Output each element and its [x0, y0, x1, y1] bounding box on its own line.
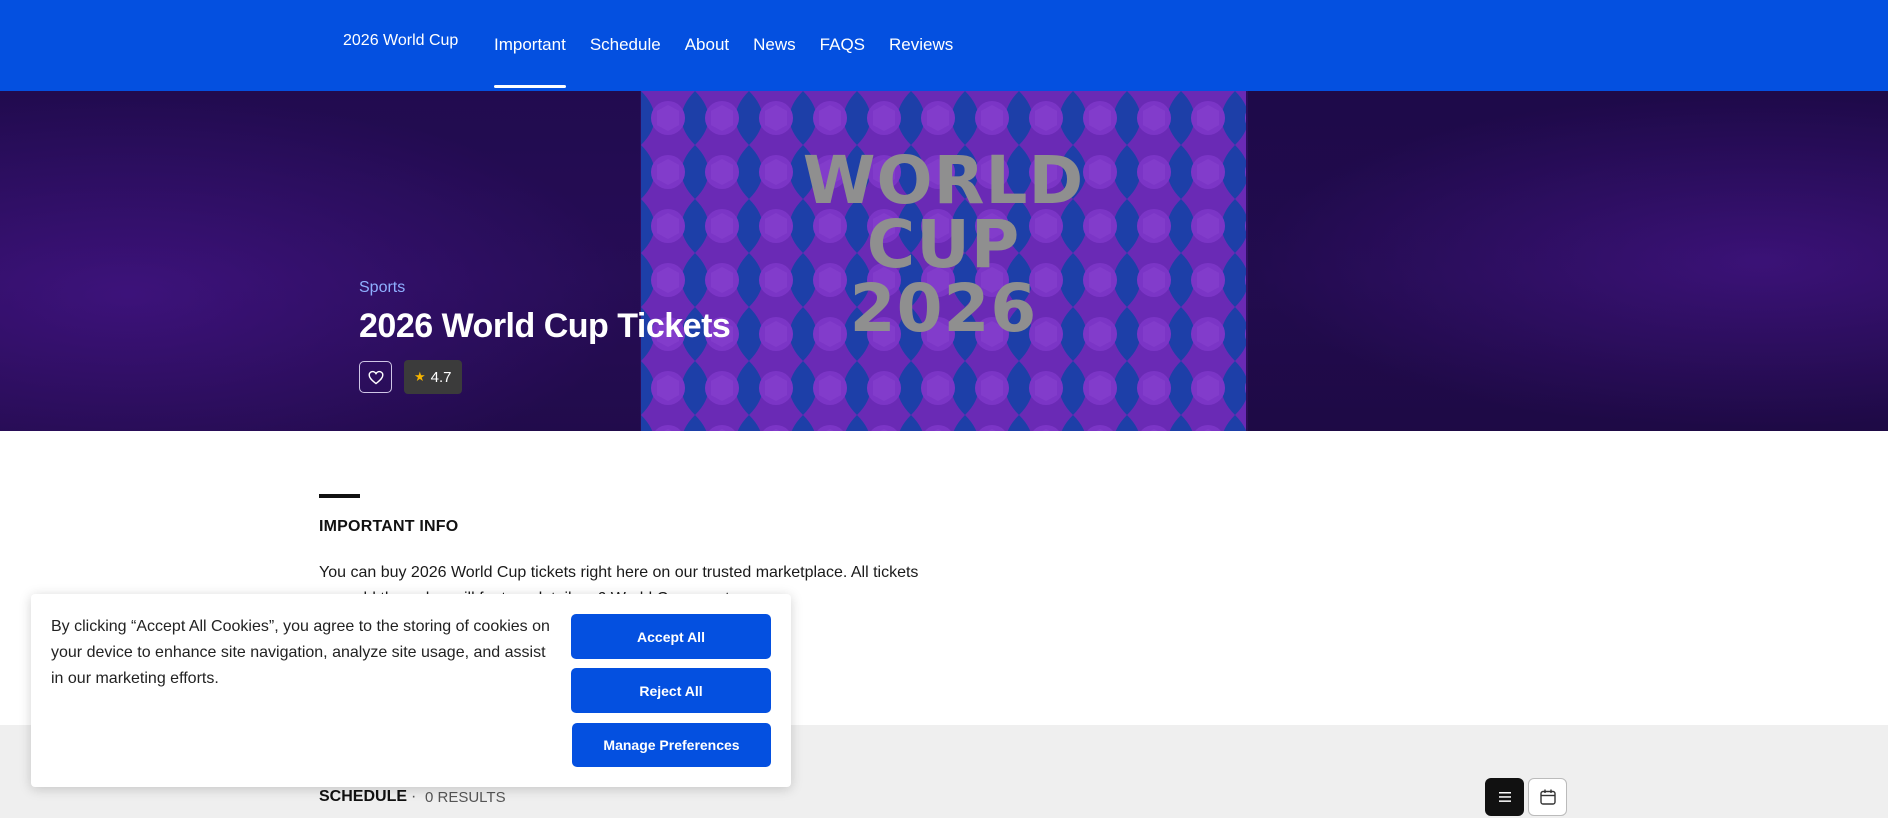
calendar-view-button[interactable] — [1528, 778, 1567, 816]
hero-banner: WORLD CUP 2026 — [0, 91, 1888, 431]
accept-all-cookies-button[interactable]: Accept All — [571, 614, 771, 659]
art-line-year: 2026 — [849, 270, 1038, 347]
nav-link-about[interactable]: About — [685, 35, 729, 55]
top-navigation: 2026 World Cup Important Schedule About … — [0, 0, 1888, 91]
list-view-button[interactable] — [1485, 778, 1524, 816]
manage-preferences-button[interactable]: Manage Preferences — [572, 723, 771, 767]
hero-shade-left — [0, 91, 640, 431]
hero-event-image: WORLD CUP 2026 — [641, 91, 1246, 431]
reject-all-cookies-button[interactable]: Reject All — [571, 668, 771, 713]
section-nav: Important Schedule About News FAQS Revie… — [494, 35, 977, 88]
nav-link-schedule[interactable]: Schedule — [590, 35, 661, 55]
brand-link[interactable]: 2026 World Cup — [343, 32, 458, 50]
nav-link-news[interactable]: News — [753, 35, 796, 55]
heart-icon — [367, 370, 384, 384]
page-title: 2026 World Cup Tickets — [359, 307, 731, 345]
list-icon — [1498, 792, 1511, 802]
cookie-consent-text: By clicking “Accept All Cookies”, you ag… — [51, 618, 550, 687]
nav-link-important[interactable]: Important — [494, 35, 566, 88]
favorite-button[interactable] — [359, 361, 392, 393]
art-line-cup: CUP — [866, 206, 1021, 283]
nav-link-reviews[interactable]: Reviews — [889, 35, 953, 55]
rating-value: 4.7 — [430, 368, 452, 386]
rating-badge[interactable]: ★ 4.7 — [404, 360, 462, 394]
calendar-icon — [1539, 789, 1556, 805]
art-line-world: WORLD — [802, 142, 1085, 219]
schedule-separator: · — [411, 788, 417, 805]
nav-link-faqs[interactable]: FAQS — [820, 35, 865, 55]
schedule-heading: SCHEDULE — [319, 788, 408, 805]
page: 2026 World Cup Important Schedule About … — [0, 0, 1888, 818]
star-icon: ★ — [414, 369, 426, 384]
schedule-results-count: 0 RESULTS — [425, 789, 506, 806]
cookie-consent-banner: By clicking “Accept All Cookies”, you ag… — [31, 594, 791, 787]
hero-art-text: WORLD CUP 2026 — [641, 142, 1246, 347]
important-info-heading: IMPORTANT INFO — [319, 518, 459, 535]
section-accent-bar — [319, 494, 360, 498]
category-link[interactable]: Sports — [359, 279, 405, 297]
hero-shade-right — [1248, 91, 1888, 431]
